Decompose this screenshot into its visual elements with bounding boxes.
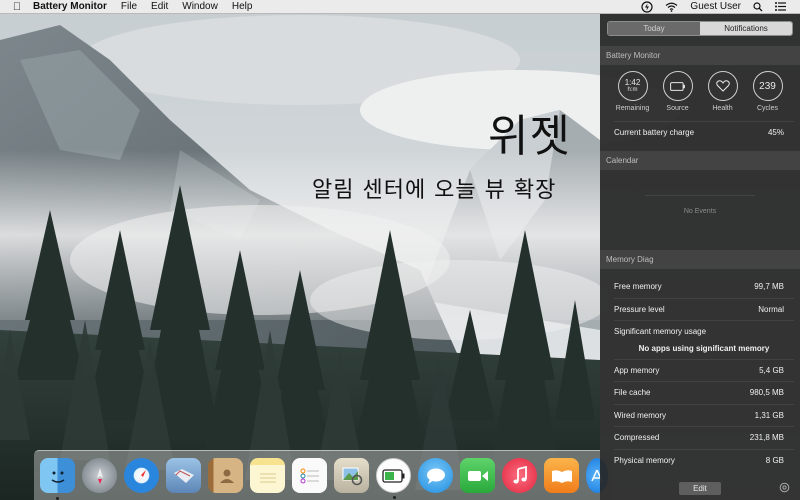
battery-monitor-widget-header[interactable]: Battery Monitor — [600, 46, 800, 65]
menu-window[interactable]: Window — [175, 0, 225, 14]
health-label: Health — [712, 105, 733, 112]
notes-icon[interactable] — [250, 458, 285, 493]
pressure-level-value: Normal — [758, 305, 784, 314]
ibooks-icon[interactable] — [544, 458, 579, 493]
menu-file[interactable]: File — [114, 0, 144, 14]
free-memory-row: Free memory 99,7 MB — [614, 275, 794, 297]
health-gauge: Health — [705, 71, 741, 112]
physical-memory-label: Physical memory — [614, 456, 675, 465]
wifi-icon[interactable] — [659, 2, 684, 12]
user-menu[interactable]: Guest User — [684, 0, 747, 14]
launchpad-icon[interactable] — [82, 458, 117, 493]
cycles-value: 239 — [759, 80, 776, 92]
promo-title: 위젯 — [488, 111, 571, 162]
file-cache-row: File cache 980,5 MB — [614, 381, 794, 403]
dock — [34, 450, 614, 500]
cycles-gauge: 239 Cycles — [750, 71, 786, 112]
app-memory-row: App memory 5,4 GB — [614, 359, 794, 381]
notification-center-icon[interactable] — [769, 2, 792, 11]
calendar-widget-header[interactable]: Calendar — [600, 151, 800, 170]
cycles-label: Cycles — [756, 105, 778, 112]
source-label: Source — [666, 105, 689, 112]
tab-today[interactable]: Today — [608, 22, 700, 35]
free-memory-value: 99,7 MB — [754, 281, 784, 291]
battery-gauges: 1:42 h:m Remaining Source Health 239 Cyc… — [600, 71, 800, 112]
source-gauge: Source — [660, 71, 696, 112]
significant-memory-label: Significant memory usage — [614, 327, 707, 336]
compressed-memory-row: Compressed 231,8 MB — [614, 426, 794, 448]
heart-icon — [715, 80, 730, 92]
notification-center-panel: Today Notifications Battery Monitor 1:42… — [600, 14, 800, 500]
menu-bar:  Battery Monitor File Edit Window Help … — [0, 0, 800, 14]
preview-icon[interactable] — [334, 458, 369, 493]
promo-subtitle: 알림 센터에 오늘 뷰 확장 — [312, 178, 557, 203]
file-cache-label: File cache — [614, 388, 651, 397]
edit-button[interactable]: Edit — [679, 481, 721, 495]
wired-memory-value: 1,31 GB — [754, 411, 784, 420]
wired-memory-row: Wired memory 1,31 GB — [614, 404, 794, 426]
significant-memory-status: No apps using significant memory — [638, 343, 770, 353]
menu-app-name[interactable]: Battery Monitor — [26, 0, 114, 14]
pressure-level-row: Pressure level Normal — [614, 298, 794, 320]
battery-status-icon[interactable] — [635, 0, 659, 13]
free-memory-label: Free memory — [614, 281, 662, 291]
compressed-memory-label: Compressed — [614, 433, 660, 442]
compressed-memory-value: 231,8 MB — [749, 433, 784, 442]
battery-charge-value: 45% — [767, 128, 784, 137]
view-switcher: Today Notifications — [607, 21, 793, 36]
physical-memory-row: Physical memory 8 GB — [614, 449, 794, 471]
contacts-icon[interactable] — [208, 458, 243, 493]
mail-icon[interactable] — [166, 458, 201, 493]
remaining-gauge: 1:42 h:m Remaining — [615, 71, 651, 112]
app-memory-value: 5,4 GB — [759, 366, 784, 375]
memory-diag-widget-header[interactable]: Memory Diag — [600, 250, 800, 269]
finder-icon[interactable] — [40, 458, 75, 500]
remaining-unit: h:m — [627, 87, 638, 93]
battery-monitor-icon[interactable] — [376, 458, 411, 499]
no-events-text: No Events — [645, 195, 755, 215]
menu-help[interactable]: Help — [225, 0, 260, 14]
battery-icon — [669, 81, 685, 91]
gear-icon[interactable] — [779, 482, 790, 493]
apple-menu-icon[interactable]:  — [8, 1, 26, 13]
itunes-icon[interactable] — [502, 458, 537, 493]
messages-icon[interactable] — [418, 458, 453, 493]
battery-charge-label: Current battery charge — [614, 128, 695, 137]
safari-icon[interactable] — [124, 458, 159, 493]
reminders-icon[interactable] — [292, 458, 327, 493]
menu-edit[interactable]: Edit — [144, 0, 175, 14]
pressure-level-label: Pressure level — [614, 305, 665, 314]
physical-memory-value: 8 GB — [765, 456, 784, 465]
facetime-icon[interactable] — [460, 458, 495, 493]
app-memory-label: App memory — [614, 366, 660, 375]
spotlight-search-icon[interactable] — [747, 1, 769, 12]
notification-center-footer: Edit — [600, 476, 800, 500]
tab-notifications[interactable]: Notifications — [700, 22, 792, 35]
remaining-value: 1:42 — [624, 78, 641, 87]
wired-memory-label: Wired memory — [614, 411, 667, 420]
remaining-label: Remaining — [615, 105, 650, 112]
file-cache-value: 980,5 MB — [749, 388, 784, 397]
battery-charge-row: Current battery charge 45% — [614, 121, 794, 143]
